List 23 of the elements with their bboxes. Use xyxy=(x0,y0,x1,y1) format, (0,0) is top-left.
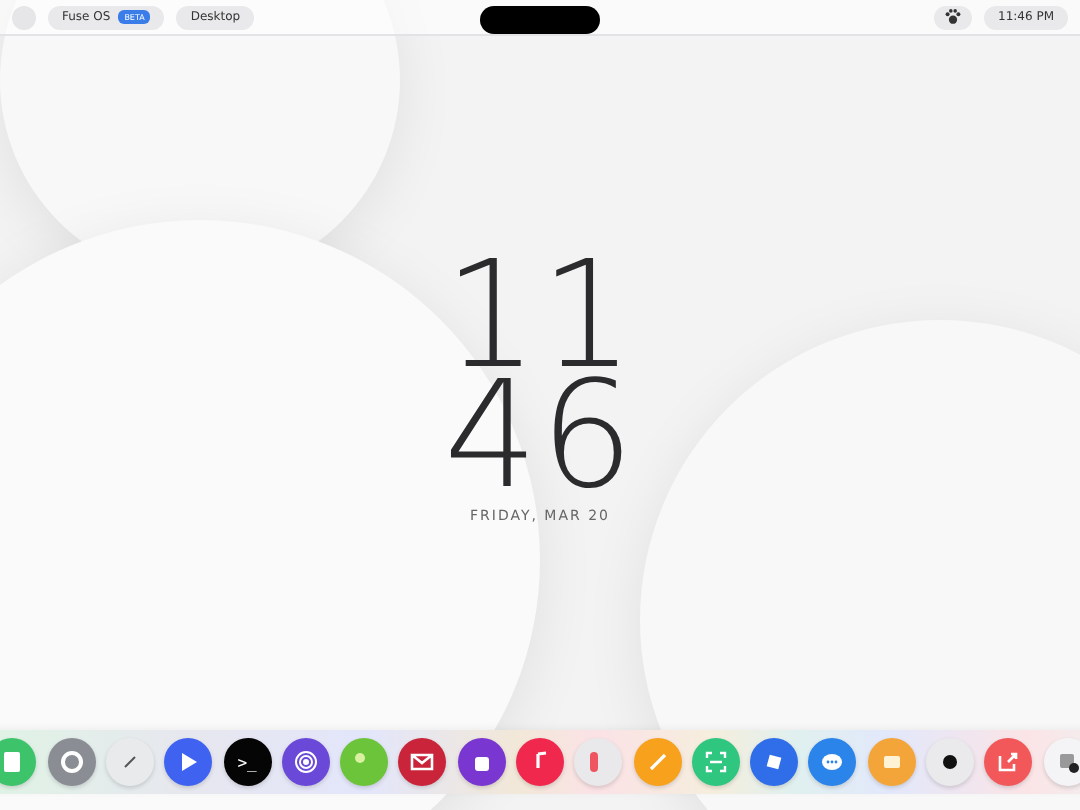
radio-app-icon[interactable] xyxy=(281,738,330,786)
maps-app-icon[interactable] xyxy=(340,738,389,786)
clock-hours: 11 xyxy=(443,256,637,376)
play-app-icon[interactable] xyxy=(164,738,213,786)
music-app-icon[interactable] xyxy=(516,738,564,786)
mail-app-icon[interactable] xyxy=(398,738,447,786)
clock-minutes: 46 xyxy=(443,376,637,496)
pencil-app-icon[interactable] xyxy=(633,738,682,786)
calculator-app-icon[interactable] xyxy=(0,738,37,786)
terminal-app-icon[interactable]: >_ xyxy=(223,738,272,786)
bag-app-icon[interactable] xyxy=(457,738,506,786)
status-button[interactable] xyxy=(934,5,972,29)
settings-app-icon[interactable] xyxy=(47,738,96,786)
toggles-app-icon[interactable] xyxy=(574,738,623,786)
notch-pill xyxy=(480,5,600,33)
cube-app-icon[interactable] xyxy=(750,738,799,786)
camera-app-icon[interactable] xyxy=(926,738,975,786)
preview-app-icon[interactable] xyxy=(1043,738,1080,786)
share-app-icon[interactable] xyxy=(984,738,1033,786)
scanner-app-icon[interactable] xyxy=(691,738,740,786)
slides-app-icon[interactable] xyxy=(867,738,916,786)
chat-app-icon[interactable] xyxy=(808,738,857,786)
paw-icon xyxy=(944,8,962,26)
